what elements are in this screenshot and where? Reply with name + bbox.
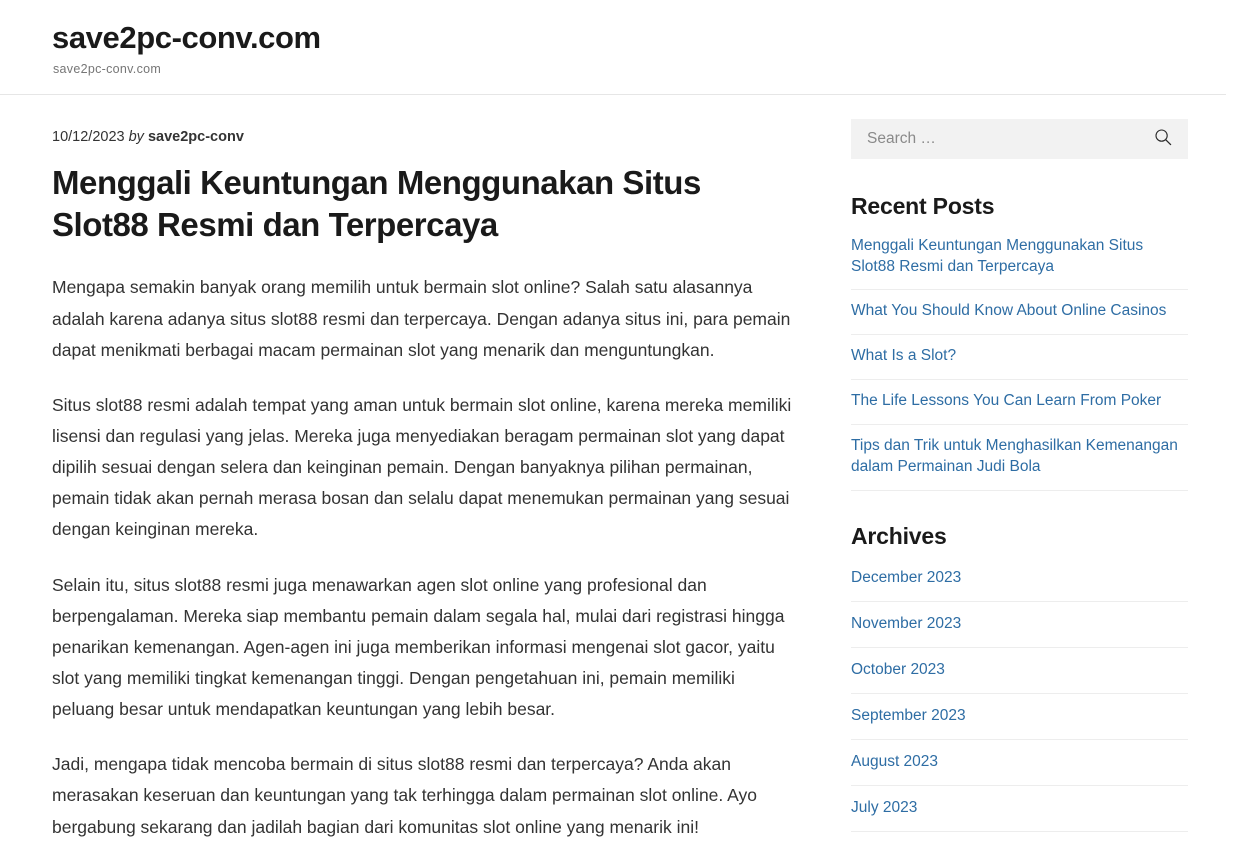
recent-posts-list: Menggali Keuntungan Menggunakan Situs Sl…	[851, 236, 1188, 492]
archive-link[interactable]: July 2023	[851, 786, 1188, 831]
site-header: save2pc-conv.com save2pc-conv.com	[0, 0, 1226, 95]
page-layout: 10/12/2023 by save2pc-conv Menggali Keun…	[0, 95, 1240, 867]
search-input[interactable]	[851, 118, 1188, 159]
archives-list: December 2023 November 2023 October 2023…	[851, 566, 1188, 832]
list-item: December 2023	[851, 566, 1188, 603]
list-item: Tips dan Trik untuk Menghasilkan Kemenan…	[851, 425, 1188, 492]
search-icon	[1154, 128, 1172, 149]
list-item: What You Should Know About Online Casino…	[851, 290, 1188, 336]
site-title[interactable]: save2pc-conv.com	[52, 20, 1226, 56]
widget-recent-posts: Recent Posts Menggali Keuntungan Menggun…	[851, 192, 1188, 492]
recent-post-link[interactable]: What Is a Slot?	[851, 335, 1188, 379]
list-item: November 2023	[851, 602, 1188, 648]
recent-posts-title: Recent Posts	[851, 192, 995, 219]
page-title: Menggali Keuntungan Menggunakan Situs Sl…	[52, 163, 701, 244]
search-form	[851, 118, 1188, 159]
recent-post-link[interactable]: Tips dan Trik untuk Menghasilkan Kemenan…	[851, 425, 1188, 490]
site-tagline: save2pc-conv.com	[53, 61, 162, 76]
archive-link[interactable]: October 2023	[851, 648, 1188, 693]
list-item: July 2023	[851, 786, 1188, 832]
post-meta: 10/12/2023 by save2pc-conv	[52, 127, 800, 147]
post-paragraph: Selain itu, situs slot88 resmi juga mena…	[52, 574, 785, 720]
archives-title: Archives	[851, 523, 947, 550]
search-submit-button[interactable]	[1148, 119, 1178, 159]
recent-post-link[interactable]: Menggali Keuntungan Menggunakan Situs Sl…	[851, 236, 1188, 290]
archive-link[interactable]: August 2023	[851, 740, 1188, 785]
post-body: Mengapa semakin banyak orang memilih unt…	[52, 272, 800, 842]
list-item: August 2023	[851, 740, 1188, 786]
recent-post-link[interactable]: What You Should Know About Online Casino…	[851, 290, 1188, 334]
post-paragraph: Jadi, mengapa tidak mencoba bermain di s…	[52, 754, 758, 837]
list-item: Menggali Keuntungan Menggunakan Situs Sl…	[851, 236, 1188, 291]
post-author[interactable]: save2pc-conv	[148, 129, 244, 145]
post-paragraph: Situs slot88 resmi adalah tempat yang am…	[52, 394, 792, 540]
main-content: 10/12/2023 by save2pc-conv Menggali Keun…	[52, 95, 800, 867]
list-item: What Is a Slot?	[851, 335, 1188, 381]
list-item: September 2023	[851, 694, 1188, 740]
list-item: The Life Lessons You Can Learn From Poke…	[851, 380, 1188, 426]
post-article: 10/12/2023 by save2pc-conv Menggali Keun…	[52, 127, 800, 843]
sidebar: Recent Posts Menggali Keuntungan Menggun…	[851, 95, 1188, 864]
recent-post-link[interactable]: The Life Lessons You Can Learn From Poke…	[851, 380, 1188, 424]
archive-link[interactable]: November 2023	[851, 602, 1188, 647]
post-date: 10/12/2023	[52, 128, 125, 145]
archive-link[interactable]: December 2023	[851, 566, 1188, 601]
post-paragraph: Mengapa semakin banyak orang memilih unt…	[52, 277, 791, 360]
widget-archives: Archives December 2023 November 2023 Oct…	[851, 523, 1188, 832]
list-item: October 2023	[851, 648, 1188, 694]
archive-link[interactable]: September 2023	[851, 694, 1188, 739]
post-by-label: by	[128, 128, 144, 145]
